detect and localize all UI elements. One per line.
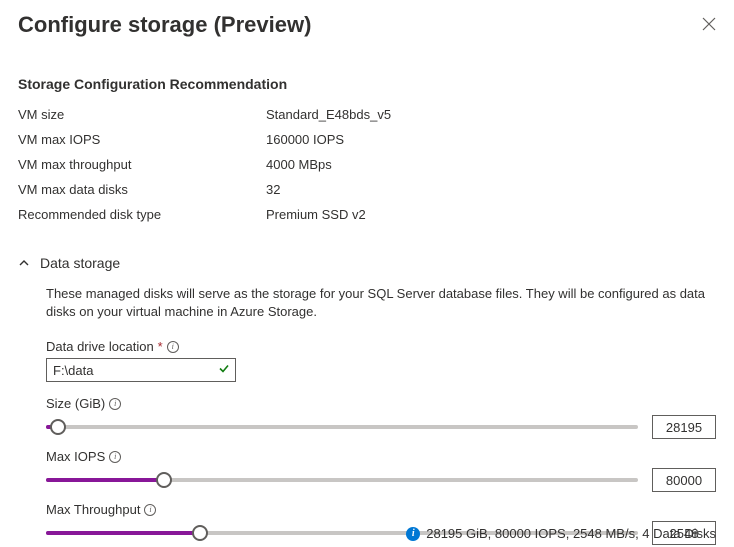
drive-location-label: Data drive location * i bbox=[46, 339, 716, 354]
close-icon[interactable] bbox=[702, 15, 716, 36]
storage-summary-text: 28195 GiB, 80000 IOPS, 2548 MB/s, 4 Data… bbox=[426, 526, 716, 541]
info-icon: i bbox=[406, 527, 420, 541]
table-row: Recommended disk typePremium SSD v2 bbox=[18, 202, 716, 227]
table-row: VM max throughput4000 MBps bbox=[18, 152, 716, 177]
kv-value: Standard_E48bds_v5 bbox=[266, 107, 391, 122]
data-storage-title: Data storage bbox=[40, 255, 120, 271]
kv-value: 32 bbox=[266, 182, 280, 197]
slider-value-input[interactable] bbox=[652, 468, 716, 492]
recommendation-heading: Storage Configuration Recommendation bbox=[18, 76, 716, 92]
required-marker: * bbox=[158, 339, 163, 354]
check-icon bbox=[218, 363, 230, 378]
slider-label: Size (GiB)i bbox=[46, 396, 716, 411]
slider-thumb[interactable] bbox=[50, 419, 66, 435]
slider-label: Max Throughputi bbox=[46, 502, 716, 517]
info-icon[interactable]: i bbox=[144, 504, 156, 516]
page-title: Configure storage (Preview) bbox=[18, 12, 311, 38]
slider-track[interactable] bbox=[46, 418, 638, 436]
table-row: VM max data disks32 bbox=[18, 177, 716, 202]
slider-value-input[interactable] bbox=[652, 415, 716, 439]
kv-value: 160000 IOPS bbox=[266, 132, 344, 147]
slider-track[interactable] bbox=[46, 471, 638, 489]
kv-label: VM max throughput bbox=[18, 157, 266, 172]
slider-thumb[interactable] bbox=[156, 472, 172, 488]
drive-location-input[interactable] bbox=[46, 358, 236, 382]
recommendation-table: VM sizeStandard_E48bds_v5VM max IOPS1600… bbox=[18, 102, 716, 227]
table-row: VM max IOPS160000 IOPS bbox=[18, 127, 716, 152]
data-storage-toggle[interactable]: Data storage bbox=[18, 255, 716, 271]
chevron-up-icon bbox=[18, 257, 30, 269]
slider-row: Max IOPSi bbox=[46, 449, 716, 492]
storage-summary: i 28195 GiB, 80000 IOPS, 2548 MB/s, 4 Da… bbox=[406, 526, 716, 541]
kv-value: 4000 MBps bbox=[266, 157, 332, 172]
kv-label: VM size bbox=[18, 107, 266, 122]
table-row: VM sizeStandard_E48bds_v5 bbox=[18, 102, 716, 127]
info-icon[interactable]: i bbox=[109, 451, 121, 463]
data-storage-description: These managed disks will serve as the st… bbox=[46, 285, 716, 321]
slider-thumb[interactable] bbox=[192, 525, 208, 541]
kv-label: VM max IOPS bbox=[18, 132, 266, 147]
info-icon[interactable]: i bbox=[167, 341, 179, 353]
kv-label: VM max data disks bbox=[18, 182, 266, 197]
slider-label: Max IOPSi bbox=[46, 449, 716, 464]
slider-row: Size (GiB)i bbox=[46, 396, 716, 439]
kv-value: Premium SSD v2 bbox=[266, 207, 366, 222]
info-icon[interactable]: i bbox=[109, 398, 121, 410]
kv-label: Recommended disk type bbox=[18, 207, 266, 222]
